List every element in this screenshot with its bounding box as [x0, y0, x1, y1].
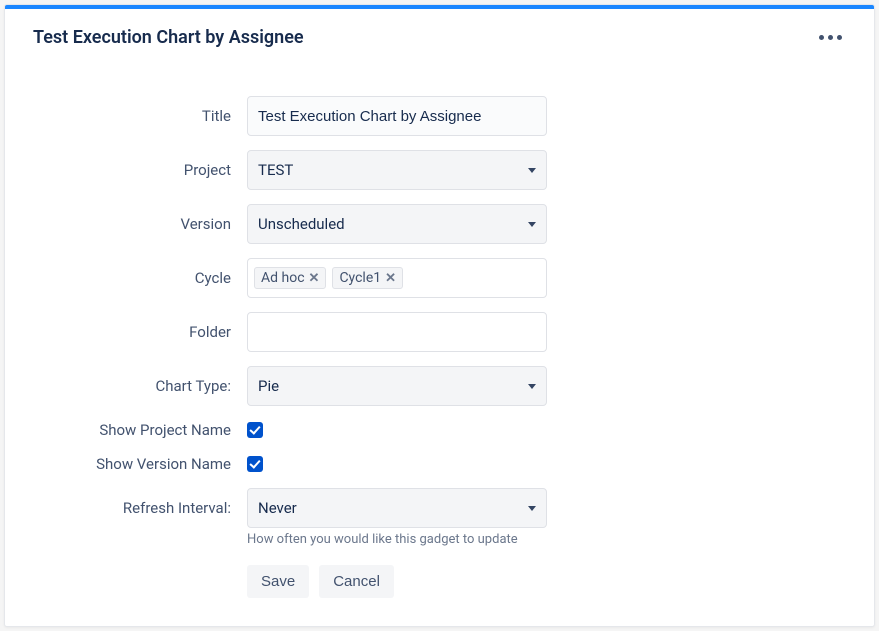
cycle-tag-label: Ad hoc: [261, 270, 305, 286]
project-label: Project: [33, 161, 247, 179]
chart-type-selected-value: Pie: [258, 377, 279, 395]
chart-type-select[interactable]: Pie: [247, 366, 547, 406]
close-icon[interactable]: ✕: [309, 271, 320, 286]
refresh-help-text: How often you would like this gadget to …: [247, 532, 846, 547]
button-row: Save Cancel: [247, 565, 846, 598]
refresh-select[interactable]: Never: [247, 488, 547, 528]
chart-type-label: Chart Type:: [33, 377, 247, 395]
cycle-tag-label: Cycle1: [339, 270, 381, 286]
version-label: Version: [33, 215, 247, 233]
cycle-tag: Cycle1 ✕: [332, 267, 403, 289]
page-title: Test Execution Chart by Assignee: [33, 27, 304, 48]
save-button[interactable]: Save: [247, 565, 309, 598]
project-select[interactable]: TEST: [247, 150, 547, 190]
folder-label: Folder: [33, 323, 247, 341]
folder-input[interactable]: [247, 312, 547, 352]
version-select[interactable]: Unscheduled: [247, 204, 547, 244]
show-version-label: Show Version Name: [33, 455, 247, 473]
chevron-down-icon: [528, 384, 536, 389]
cycle-label: Cycle: [33, 269, 247, 287]
more-menu-icon[interactable]: [815, 31, 846, 44]
cancel-button[interactable]: Cancel: [319, 565, 394, 598]
form: Title Project TEST Version Unscheduled: [5, 56, 874, 626]
show-version-checkbox[interactable]: [247, 456, 263, 472]
chevron-down-icon: [528, 222, 536, 227]
cycle-tag-input[interactable]: Ad hoc ✕ Cycle1 ✕: [247, 258, 547, 298]
project-selected-value: TEST: [258, 161, 293, 179]
chevron-down-icon: [528, 168, 536, 173]
show-project-checkbox[interactable]: [247, 422, 263, 438]
chevron-down-icon: [528, 506, 536, 511]
refresh-label: Refresh Interval:: [33, 499, 247, 517]
card-header: Test Execution Chart by Assignee: [5, 9, 874, 56]
gadget-config-card: Test Execution Chart by Assignee Title P…: [4, 4, 875, 627]
close-icon[interactable]: ✕: [385, 271, 396, 286]
show-project-label: Show Project Name: [33, 421, 247, 439]
version-selected-value: Unscheduled: [258, 215, 345, 233]
title-label: Title: [33, 107, 247, 125]
refresh-selected-value: Never: [258, 499, 297, 517]
cycle-tag: Ad hoc ✕: [254, 267, 326, 289]
title-input[interactable]: [247, 96, 547, 136]
